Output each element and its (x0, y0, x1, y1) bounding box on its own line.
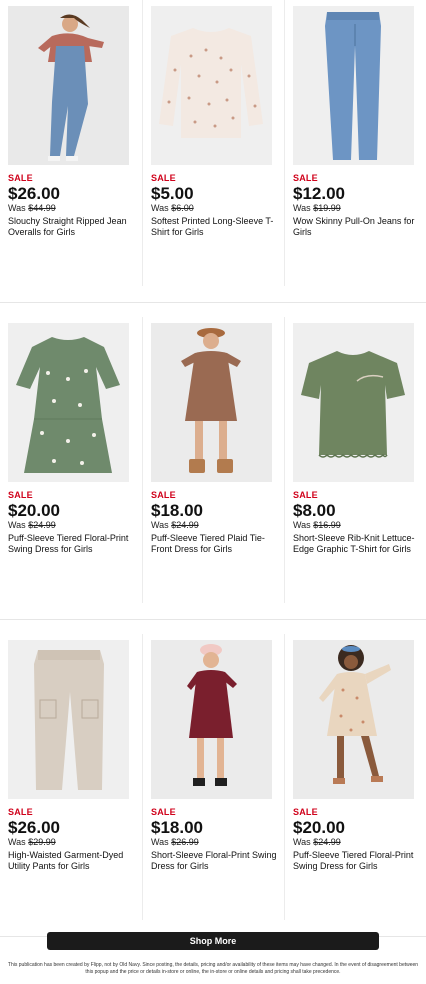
sale-price: $18.00 (151, 501, 203, 520)
product-title[interactable]: Puff-Sleeve Tiered Floral-Print Swing Dr… (8, 533, 136, 555)
was-price-line: Was $6.00 (151, 203, 279, 214)
product-card[interactable]: SALE $18.00 Was $26.99 Short-Sleeve Flor… (142, 634, 285, 920)
original-price: $26.99 (171, 837, 199, 847)
shop-more-button[interactable]: Shop More (47, 932, 379, 950)
sale-badge: SALE (8, 807, 33, 817)
was-label: Was (151, 520, 169, 530)
sale-price: $5.00 (151, 184, 194, 203)
skinny-jeans-illustration (293, 6, 414, 165)
original-price: $24.99 (28, 520, 56, 530)
product-card[interactable]: SALE $26.00 Was $29.99 High-Waisted Garm… (0, 634, 142, 920)
product-row: SALE $26.00 Was $44.99 Slouchy Straight … (0, 0, 426, 303)
product-card[interactable]: SALE $5.00 Was $6.00 Softest Printed Lon… (142, 0, 285, 286)
sale-badge: SALE (151, 173, 176, 183)
was-price-line: Was $24.99 (151, 520, 279, 531)
product-info: SALE $26.00 Was $29.99 High-Waisted Garm… (8, 807, 136, 872)
green-rib-knit-tshirt-illustration (293, 323, 414, 482)
sale-price: $8.00 (293, 501, 336, 520)
product-card[interactable]: SALE $20.00 Was $24.99 Puff-Sleeve Tiere… (0, 317, 142, 603)
was-label: Was (8, 203, 26, 213)
product-title[interactable]: Puff-Sleeve Tiered Plaid Tie-Front Dress… (151, 533, 279, 555)
product-grid: SALE $26.00 Was $44.99 Slouchy Straight … (0, 0, 426, 937)
original-price: $6.00 (171, 203, 194, 213)
girl-in-floral-dress-illustration (293, 640, 414, 799)
product-image[interactable] (293, 640, 414, 799)
green-floral-swing-dress-illustration (8, 323, 129, 482)
sale-price: $26.00 (8, 184, 60, 203)
sale-badge: SALE (8, 173, 33, 183)
original-price: $24.99 (171, 520, 199, 530)
sale-badge: SALE (293, 807, 318, 817)
girl-in-denim-overalls-illustration (8, 6, 129, 165)
product-info: SALE $18.00 Was $26.99 Short-Sleeve Flor… (151, 807, 279, 872)
product-image[interactable] (151, 6, 272, 165)
printed-long-sleeve-tshirt-illustration (151, 6, 272, 165)
product-card[interactable]: SALE $18.00 Was $24.99 Puff-Sleeve Tiere… (142, 317, 285, 603)
product-row: SALE $20.00 Was $24.99 Puff-Sleeve Tiere… (0, 317, 426, 620)
was-label: Was (293, 837, 311, 847)
product-image[interactable] (8, 6, 129, 165)
sale-badge: SALE (293, 173, 318, 183)
was-label: Was (8, 837, 26, 847)
utility-pants-illustration (8, 640, 129, 799)
girl-in-burgundy-dress-illustration (151, 640, 272, 799)
product-title[interactable]: Puff-Sleeve Tiered Floral-Print Swing Dr… (293, 850, 421, 872)
was-label: Was (151, 203, 169, 213)
sale-badge: SALE (8, 490, 33, 500)
product-title[interactable]: Softest Printed Long-Sleeve T-Shirt for … (151, 216, 279, 238)
sale-price: $20.00 (293, 818, 345, 837)
original-price: $44.99 (28, 203, 56, 213)
was-price-line: Was $44.99 (8, 203, 136, 214)
was-price-line: Was $29.99 (8, 837, 136, 848)
was-label: Was (8, 520, 26, 530)
was-label: Was (293, 520, 311, 530)
product-info: SALE $5.00 Was $6.00 Softest Printed Lon… (151, 173, 279, 238)
disclaimer-text: This publication has been created by Fli… (7, 962, 419, 975)
product-info: SALE $18.00 Was $24.99 Puff-Sleeve Tiere… (151, 490, 279, 555)
sale-price: $12.00 (293, 184, 345, 203)
original-price: $19.99 (313, 203, 341, 213)
was-price-line: Was $19.99 (293, 203, 421, 214)
product-image[interactable] (293, 6, 414, 165)
product-image[interactable] (151, 640, 272, 799)
product-info: SALE $12.00 Was $19.99 Wow Skinny Pull-O… (293, 173, 421, 238)
product-title[interactable]: Slouchy Straight Ripped Jean Overalls fo… (8, 216, 136, 238)
product-card[interactable]: SALE $12.00 Was $19.99 Wow Skinny Pull-O… (284, 0, 426, 286)
product-card[interactable]: SALE $20.00 Was $24.99 Puff-Sleeve Tiere… (284, 634, 426, 920)
sale-badge: SALE (151, 490, 176, 500)
product-title[interactable]: High-Waisted Garment-Dyed Utility Pants … (8, 850, 136, 872)
was-price-line: Was $24.99 (293, 837, 421, 848)
product-title[interactable]: Short-Sleeve Rib-Knit Lettuce-Edge Graph… (293, 533, 421, 555)
product-info: SALE $20.00 Was $24.99 Puff-Sleeve Tiere… (293, 807, 421, 872)
product-card[interactable]: SALE $26.00 Was $44.99 Slouchy Straight … (0, 0, 142, 286)
product-info: SALE $20.00 Was $24.99 Puff-Sleeve Tiere… (8, 490, 136, 555)
original-price: $16.99 (313, 520, 341, 530)
product-title[interactable]: Wow Skinny Pull-On Jeans for Girls (293, 216, 421, 238)
product-card[interactable]: SALE $8.00 Was $16.99 Short-Sleeve Rib-K… (284, 317, 426, 603)
product-image[interactable] (8, 640, 129, 799)
sale-price: $18.00 (151, 818, 203, 837)
product-title[interactable]: Short-Sleeve Floral-Print Swing Dress fo… (151, 850, 279, 872)
product-info: SALE $26.00 Was $44.99 Slouchy Straight … (8, 173, 136, 238)
was-label: Was (151, 837, 169, 847)
was-price-line: Was $24.99 (8, 520, 136, 531)
sale-price: $20.00 (8, 501, 60, 520)
product-image[interactable] (293, 323, 414, 482)
sale-price: $26.00 (8, 818, 60, 837)
product-image[interactable] (151, 323, 272, 482)
was-label: Was (293, 203, 311, 213)
was-price-line: Was $26.99 (151, 837, 279, 848)
original-price: $29.99 (28, 837, 56, 847)
product-info: SALE $8.00 Was $16.99 Short-Sleeve Rib-K… (293, 490, 421, 555)
was-price-line: Was $16.99 (293, 520, 421, 531)
sale-badge: SALE (151, 807, 176, 817)
product-row: SALE $26.00 Was $29.99 High-Waisted Garm… (0, 634, 426, 937)
sale-badge: SALE (293, 490, 318, 500)
product-image[interactable] (8, 323, 129, 482)
original-price: $24.99 (313, 837, 341, 847)
girl-in-plaid-dress-illustration (151, 323, 272, 482)
